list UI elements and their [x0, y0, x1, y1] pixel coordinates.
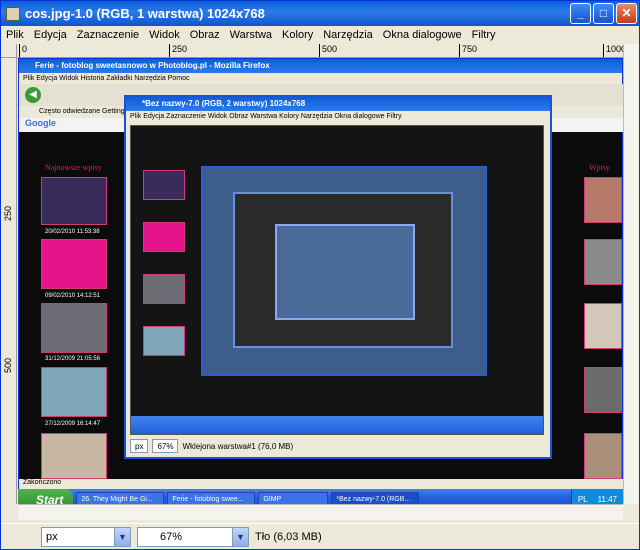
- side-heading: Najnowsze wpisy: [45, 163, 102, 172]
- right-heading: Wpisy: [589, 163, 610, 172]
- ruler-left[interactable]: 250 500: [1, 58, 17, 504]
- minimize-button[interactable]: _: [570, 3, 591, 24]
- ruler-label: 500: [319, 44, 337, 57]
- close-button[interactable]: ✕: [616, 3, 637, 24]
- date-label: 20/02/2010 11:53:38: [45, 229, 100, 235]
- tray-clock: 11:47: [597, 495, 617, 504]
- nested-canvas: [130, 125, 544, 435]
- menu-edycja[interactable]: Edycja: [29, 29, 72, 41]
- thumb-image: [41, 433, 107, 479]
- title-bar: cos.jpg-1.0 (RGB, 1 warstwa) 1024x768 _ …: [1, 1, 639, 26]
- vertical-scrollbar[interactable]: [623, 44, 639, 504]
- nested-unit: px: [130, 439, 149, 453]
- nested-gimp-menu: Plik Edycja Zaznaczenie Widok Obraz Wars…: [130, 113, 402, 120]
- thumb-image: [584, 433, 622, 479]
- recursive-screenshot-inner2: [275, 224, 415, 320]
- ruler-label: 0: [19, 44, 27, 57]
- thumb-image: [41, 239, 107, 289]
- tray-language: PL: [577, 495, 588, 504]
- back-icon: ◀: [25, 87, 41, 103]
- nested-gimp-window: *Bez nazwy-7.0 (RGB, 2 warstwy) 1024x768…: [124, 95, 552, 459]
- ruler-label: 500: [3, 358, 13, 374]
- nested-status-text: Wklejona warstwa#1 (76,0 MB): [182, 441, 294, 451]
- chevron-down-icon[interactable]: ▼: [114, 527, 130, 546]
- nested-taskbar: [131, 416, 543, 434]
- window-title: cos.jpg-1.0 (RGB, 1 warstwa) 1024x768: [25, 6, 265, 21]
- thumb-image: [584, 367, 622, 413]
- date-label: 09/02/2010 14:12:51: [45, 293, 101, 299]
- recursive-screenshot-inner: [233, 192, 453, 348]
- ruler-corner[interactable]: [1, 44, 17, 58]
- chevron-down-icon[interactable]: ▼: [232, 527, 248, 546]
- menu-zaznaczenie[interactable]: Zaznaczenie: [72, 29, 144, 41]
- firefox-menu: Plik Edycja Widok Historia Zakładki Narz…: [19, 73, 622, 84]
- thumb-image: [143, 222, 185, 252]
- ruler-label: 750: [459, 44, 477, 57]
- status-info: Tło (6,03 MB): [255, 530, 322, 543]
- date-label: 31/12/2009 21:05:56: [45, 356, 101, 362]
- date-label: 27/12/2009 16:14:47: [45, 421, 101, 427]
- status-bar: px ▼ 67% ▼ Tło (6,03 MB): [1, 523, 639, 549]
- gimp-window: cos.jpg-1.0 (RGB, 1 warstwa) 1024x768 _ …: [0, 0, 640, 550]
- thumb-image: [584, 303, 622, 349]
- menu-narzedzia[interactable]: Narzędzia: [318, 29, 378, 41]
- menu-kolory[interactable]: Kolory: [277, 29, 318, 41]
- thumb-image: [143, 274, 185, 304]
- ruler-label: 250: [169, 44, 187, 57]
- nested-statusbar: px 67% Wklejona warstwa#1 (76,0 MB): [130, 437, 544, 455]
- menu-warstwa[interactable]: Warstwa: [225, 29, 277, 41]
- thumb-image: [41, 303, 107, 353]
- menu-plik[interactable]: Plik: [1, 29, 29, 41]
- maximize-button[interactable]: □: [593, 3, 614, 24]
- recursive-screenshot: [201, 166, 487, 376]
- unit-value: px: [46, 530, 58, 543]
- gimp-app-icon: [6, 6, 20, 21]
- firefox-status: Zakończono: [19, 479, 623, 489]
- nested-zoom: 67%: [152, 439, 179, 453]
- ruler-label: 250: [3, 206, 13, 222]
- menu-widok[interactable]: Widok: [144, 29, 185, 41]
- ruler-top[interactable]: 0 250 500 750 1000: [17, 44, 626, 58]
- firefox-title: Ferie - fotoblog sweetasnowo w Photoblog…: [19, 59, 622, 73]
- nested-gimp-title: *Bez nazwy-7.0 (RGB, 2 warstwy) 1024x768: [126, 97, 550, 111]
- thumb-image: [41, 177, 107, 225]
- zoom-select[interactable]: 67% ▼: [137, 526, 249, 547]
- menu-filtry[interactable]: Filtry: [467, 29, 501, 41]
- horizontal-scrollbar[interactable]: [18, 504, 623, 520]
- thumb-image: [41, 367, 107, 417]
- thumb-image: [584, 239, 622, 285]
- menu-bar: Plik Edycja Zaznaczenie Widok Obraz Wars…: [1, 26, 639, 44]
- zoom-value: 67%: [160, 530, 183, 543]
- image-canvas[interactable]: Ferie - fotoblog sweetasnowo w Photoblog…: [18, 58, 623, 504]
- thumb-image: [584, 177, 622, 223]
- menu-obraz[interactable]: Obraz: [185, 29, 225, 41]
- unit-select[interactable]: px ▼: [41, 526, 131, 547]
- thumb-image: [143, 170, 185, 200]
- menu-okna-dialogowe[interactable]: Okna dialogowe: [378, 29, 467, 41]
- thumb-image: [143, 326, 185, 356]
